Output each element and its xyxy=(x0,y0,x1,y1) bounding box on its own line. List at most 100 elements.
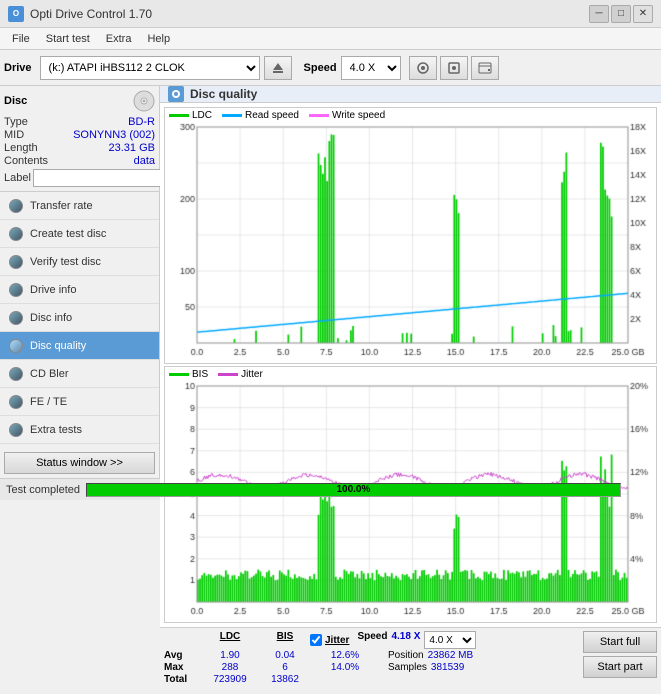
sidebar-item-disc-quality[interactable]: Disc quality xyxy=(0,332,159,360)
read-speed-legend: Read speed xyxy=(222,110,299,121)
write-speed-legend-label: Write speed xyxy=(332,110,385,121)
bottom-legend: BIS Jitter xyxy=(165,367,656,382)
disc-mid-row: MID SONYNN3 (002) xyxy=(4,129,155,141)
start-full-button[interactable]: Start full xyxy=(583,631,657,653)
disc-label-input[interactable] xyxy=(33,169,171,187)
stats-row: LDC BIS Jitter Speed 4.18 X 4.0 X xyxy=(164,631,657,685)
top-chart-container: LDC Read speed Write speed xyxy=(164,107,657,364)
ldc-legend-label: LDC xyxy=(192,110,212,121)
ldc-header: LDC xyxy=(200,631,260,649)
progress-text: 100.0% xyxy=(87,484,620,496)
ldc-max: 288 xyxy=(200,662,260,673)
sidebar-item-drive-info[interactable]: Drive info xyxy=(0,276,159,304)
write-speed-legend: Write speed xyxy=(309,110,385,121)
chart-header-icon xyxy=(168,86,184,102)
jitter-avg: 12.6% xyxy=(310,650,380,661)
sidebar-item-label: Extra tests xyxy=(30,424,82,436)
main-stats: LDC BIS Jitter Speed 4.18 X 4.0 X xyxy=(164,631,579,685)
stats-avg-row: Avg 1.90 0.04 12.6% Position 23862 MB xyxy=(164,650,579,661)
disc-mid-label: MID xyxy=(4,129,24,141)
sidebar-item-label: Disc quality xyxy=(30,340,86,352)
bis-legend: BIS xyxy=(169,369,208,380)
stats-total-row: Total 723909 13862 xyxy=(164,674,579,685)
sidebar-item-disc-info[interactable]: Disc info xyxy=(0,304,159,332)
speed-select-stats[interactable]: 4.0 X xyxy=(424,631,476,649)
read-speed-legend-color xyxy=(222,114,242,117)
transfer-rate-icon xyxy=(8,198,24,214)
close-button[interactable]: ✕ xyxy=(633,5,653,23)
content-area: Disc quality LDC Read speed Wri xyxy=(160,86,661,478)
stats-panel: LDC BIS Jitter Speed 4.18 X 4.0 X xyxy=(160,627,661,688)
disc-label-row: Label xyxy=(4,169,155,187)
menu-help[interactable]: Help xyxy=(139,31,178,47)
bis-header: BIS xyxy=(260,631,310,649)
ldc-total: 723909 xyxy=(200,674,260,685)
sidebar-item-verify-test-disc[interactable]: Verify test disc xyxy=(0,248,159,276)
disc-type-value: BD-R xyxy=(128,116,155,128)
drive-info-icon xyxy=(8,282,24,298)
drive-select[interactable]: (k:) ATAPI iHBS112 2 CLOK xyxy=(40,56,260,80)
top-legend: LDC Read speed Write speed xyxy=(165,108,656,123)
main-layout: Disc Type BD-R MID SONYNN3 (002) Length … xyxy=(0,86,661,478)
sidebar-item-label: Create test disc xyxy=(30,228,106,240)
maximize-button[interactable]: □ xyxy=(611,5,631,23)
sidebar-item-create-test-disc[interactable]: Create test disc xyxy=(0,220,159,248)
disc-panel: Disc Type BD-R MID SONYNN3 (002) Length … xyxy=(0,86,159,192)
progress-bar: 100.0% xyxy=(86,483,621,497)
disc-contents-value: data xyxy=(134,155,155,167)
drive-icon-3[interactable] xyxy=(471,56,499,80)
bis-legend-label: BIS xyxy=(192,369,208,380)
jitter-legend-color xyxy=(218,373,238,376)
disc-length-row: Length 23.31 GB xyxy=(4,142,155,154)
app-title: Opti Drive Control 1.70 xyxy=(30,7,152,21)
ldc-legend-color xyxy=(169,114,189,117)
extra-tests-icon xyxy=(8,422,24,438)
bis-max: 6 xyxy=(260,662,310,673)
titlebar: O Opti Drive Control 1.70 ─ □ ✕ xyxy=(0,0,661,28)
sidebar-item-label: Drive info xyxy=(30,284,76,296)
sidebar-item-cd-bler[interactable]: CD Bler xyxy=(0,360,159,388)
total-label: Total xyxy=(164,674,200,685)
titlebar-left: O Opti Drive Control 1.70 xyxy=(8,6,152,22)
samples-label: Samples xyxy=(388,662,427,673)
chart-title: Disc quality xyxy=(190,87,257,101)
sidebar-item-transfer-rate[interactable]: Transfer rate xyxy=(0,192,159,220)
start-part-button[interactable]: Start part xyxy=(583,656,657,678)
speed-label: Speed xyxy=(304,62,337,74)
sidebar-item-extra-tests[interactable]: Extra tests xyxy=(0,416,159,444)
create-test-disc-icon xyxy=(8,226,24,242)
stats-headers: LDC BIS Jitter Speed 4.18 X 4.0 X xyxy=(164,631,579,649)
disc-quality-icon xyxy=(8,338,24,354)
drive-icon-2[interactable] xyxy=(440,56,468,80)
menu-extra[interactable]: Extra xyxy=(98,31,140,47)
titlebar-controls: ─ □ ✕ xyxy=(589,5,653,23)
avg-label: Avg xyxy=(164,650,200,661)
menu-start-test[interactable]: Start test xyxy=(38,31,98,47)
drive-icon-1[interactable] xyxy=(409,56,437,80)
stat-spacer xyxy=(164,631,200,649)
minimize-button[interactable]: ─ xyxy=(589,5,609,23)
drive-label: Drive xyxy=(4,62,32,74)
jitter-checkbox[interactable] xyxy=(310,634,322,646)
disc-contents-label: Contents xyxy=(4,155,48,167)
speed-select[interactable]: 4.0 X xyxy=(341,56,401,80)
charts-area: LDC Read speed Write speed xyxy=(160,103,661,627)
sidebar-item-label: Verify test disc xyxy=(30,256,101,268)
status-window-button[interactable]: Status window >> xyxy=(4,452,155,474)
eject-button[interactable] xyxy=(264,56,292,80)
sidebar-item-label: Disc info xyxy=(30,312,72,324)
sidebar-item-fe-te[interactable]: FE / TE xyxy=(0,388,159,416)
disc-info-icon xyxy=(8,310,24,326)
disc-length-value: 23.31 GB xyxy=(109,142,155,154)
disc-type-label: Type xyxy=(4,116,28,128)
jitter-max: 14.0% xyxy=(310,662,380,673)
disc-mid-value: SONYNN3 (002) xyxy=(73,129,155,141)
menu-file[interactable]: File xyxy=(4,31,38,47)
fe-te-icon xyxy=(8,394,24,410)
bis-legend-color xyxy=(169,373,189,376)
disc-length-label: Length xyxy=(4,142,38,154)
menubar: File Start test Extra Help xyxy=(0,28,661,50)
disc-type-row: Type BD-R xyxy=(4,116,155,128)
bis-avg: 0.04 xyxy=(260,650,310,661)
jitter-legend: Jitter xyxy=(218,369,263,380)
